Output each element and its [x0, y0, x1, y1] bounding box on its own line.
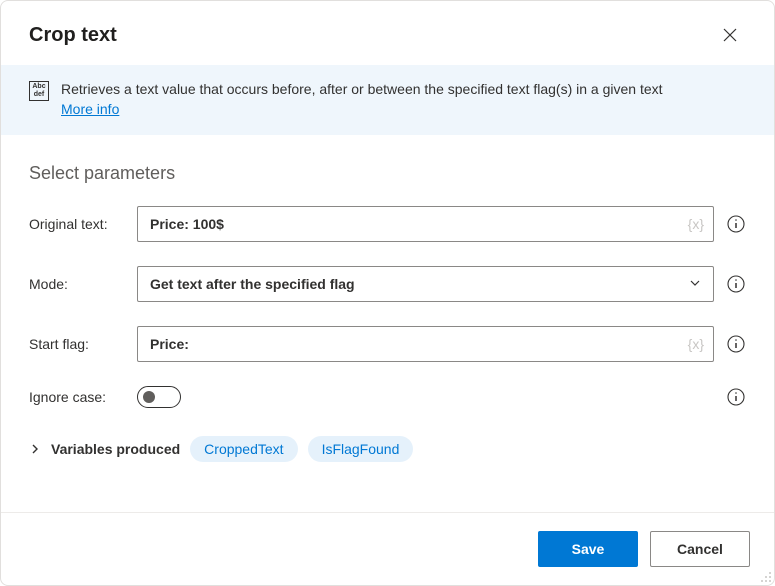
start-flag-input[interactable] [137, 326, 714, 362]
param-row-mode: Mode: Get text after the specified flag [29, 266, 746, 302]
original-text-label: Original text: [29, 216, 125, 232]
abc-icon: Abc def [29, 81, 49, 101]
mode-select[interactable]: Get text after the specified flag [137, 266, 714, 302]
info-banner: Abc def Retrieves a text value that occu… [1, 65, 774, 135]
chevron-right-icon [29, 443, 41, 455]
original-text-info-button[interactable] [726, 214, 746, 234]
variable-pill-isflagfound[interactable]: IsFlagFound [308, 436, 414, 462]
dialog-title: Crop text [29, 24, 117, 47]
dialog-footer: Save Cancel [1, 512, 774, 585]
close-button[interactable] [714, 19, 746, 51]
mode-select-value: Get text after the specified flag [150, 276, 355, 292]
variable-pill-croppedtext[interactable]: CroppedText [190, 436, 297, 462]
start-flag-label: Start flag: [29, 336, 125, 352]
param-row-start-flag: Start flag: {x} [29, 326, 746, 362]
mode-label: Mode: [29, 276, 125, 292]
more-info-link[interactable]: More info [61, 101, 119, 117]
info-banner-text: Retrieves a text value that occurs befor… [61, 79, 663, 119]
info-icon [727, 388, 745, 406]
crop-text-dialog: Crop text Abc def Retrieves a text value… [0, 0, 775, 586]
banner-description: Retrieves a text value that occurs befor… [61, 81, 663, 97]
variables-produced-label[interactable]: Variables produced [51, 441, 180, 457]
dialog-header: Crop text [1, 1, 774, 65]
variables-produced-row: Variables produced CroppedText IsFlagFou… [29, 436, 746, 462]
variables-expand-button[interactable] [29, 443, 41, 455]
close-icon [723, 28, 737, 42]
info-icon [727, 335, 745, 353]
section-title: Select parameters [29, 163, 746, 184]
ignore-case-label: Ignore case: [29, 389, 125, 405]
info-icon [727, 275, 745, 293]
param-row-ignore-case: Ignore case: [29, 386, 746, 408]
mode-info-button[interactable] [726, 274, 746, 294]
info-icon [727, 215, 745, 233]
param-row-original-text: Original text: {x} [29, 206, 746, 242]
chevron-down-icon [689, 276, 701, 292]
ignore-case-toggle[interactable] [137, 386, 181, 408]
start-flag-info-button[interactable] [726, 334, 746, 354]
ignore-case-info-button[interactable] [726, 387, 746, 407]
original-text-input[interactable] [137, 206, 714, 242]
cancel-button[interactable]: Cancel [650, 531, 750, 567]
dialog-body: Select parameters Original text: {x} Mod… [1, 135, 774, 512]
toggle-knob [143, 391, 155, 403]
save-button[interactable]: Save [538, 531, 638, 567]
